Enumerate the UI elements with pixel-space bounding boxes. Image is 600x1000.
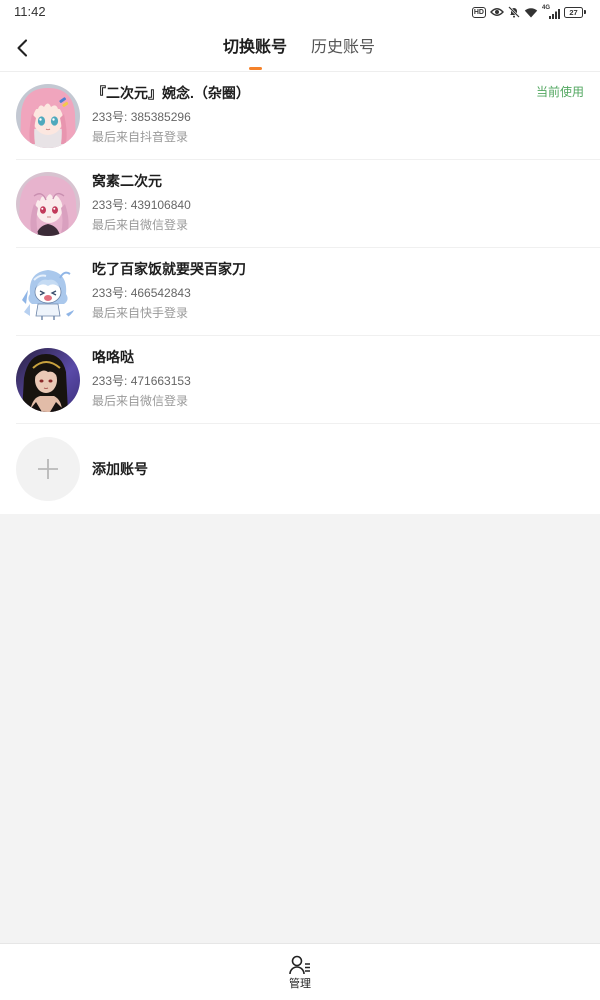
status-bar: 11:42 HD 4G 27 <box>0 0 600 24</box>
account-last-login: 最后来自快手登录 <box>92 306 189 320</box>
account-row[interactable]: 『二次元』婉念.（杂圈） 233号: 385385296 最后来自抖音登录 当前… <box>0 72 600 160</box>
battery-icon: 27 <box>564 6 586 18</box>
account-name: 咯咯哒 <box>92 349 134 365</box>
status-icons: HD 4G 27 <box>471 5 586 19</box>
add-account-button[interactable]: 添加账号 <box>0 424 600 514</box>
account-id: 233号: 385385296 <box>92 110 191 124</box>
account-row[interactable]: 窝素二次元 233号: 439106840 最后来自微信登录 <box>0 160 600 248</box>
tab-history-account[interactable]: 历史账号 <box>307 24 379 71</box>
account-list: 『二次元』婉念.（杂圈） 233号: 385385296 最后来自抖音登录 当前… <box>0 72 600 514</box>
account-id: 233号: 466542843 <box>92 286 191 300</box>
add-account-label: 添加账号 <box>92 461 148 477</box>
header: 切换账号 历史账号 <box>0 24 600 72</box>
avatar <box>16 260 80 324</box>
current-account-badge: 当前使用 <box>535 85 584 99</box>
battery-nub <box>584 10 586 14</box>
account-row[interactable]: 咯咯哒 233号: 471663153 最后来自微信登录 <box>0 336 600 424</box>
status-time: 11:42 <box>14 4 46 19</box>
avatar <box>16 84 80 148</box>
user-manage-icon <box>289 955 310 975</box>
plus-icon <box>38 459 58 479</box>
account-last-login: 最后来自微信登录 <box>92 394 189 408</box>
account-row[interactable]: 吃了百家饭就要哭百家刀 233号: 466542843 最后来自快手登录 <box>0 248 600 336</box>
account-name: 『二次元』婉念.（杂圈） <box>92 85 250 101</box>
account-last-login: 最后来自微信登录 <box>92 218 189 232</box>
battery-level: 27 <box>564 6 583 18</box>
account-last-login: 最后来自抖音登录 <box>92 130 189 144</box>
manage-label: 管理 <box>289 978 311 990</box>
bottom-nav: 管理 <box>0 943 600 1000</box>
account-name: 吃了百家饭就要哭百家刀 <box>92 261 246 277</box>
avatar <box>16 348 80 412</box>
tab-switch-account[interactable]: 切换账号 <box>219 24 291 71</box>
signal-icon: 4G <box>542 5 560 19</box>
account-id: 233号: 471663153 <box>92 374 191 388</box>
eye-icon <box>490 7 504 17</box>
chevron-left-icon <box>17 39 28 57</box>
hd-icon: HD <box>471 6 486 18</box>
account-name: 窝素二次元 <box>92 173 162 189</box>
account-id: 233号: 439106840 <box>92 198 191 212</box>
add-account-circle <box>16 437 80 501</box>
bell-off-icon <box>508 6 520 18</box>
tab-indicator <box>249 67 262 70</box>
manage-button[interactable]: 管理 <box>270 944 330 1000</box>
wifi-icon <box>524 7 538 18</box>
avatar <box>16 172 80 236</box>
back-button[interactable] <box>8 34 36 62</box>
